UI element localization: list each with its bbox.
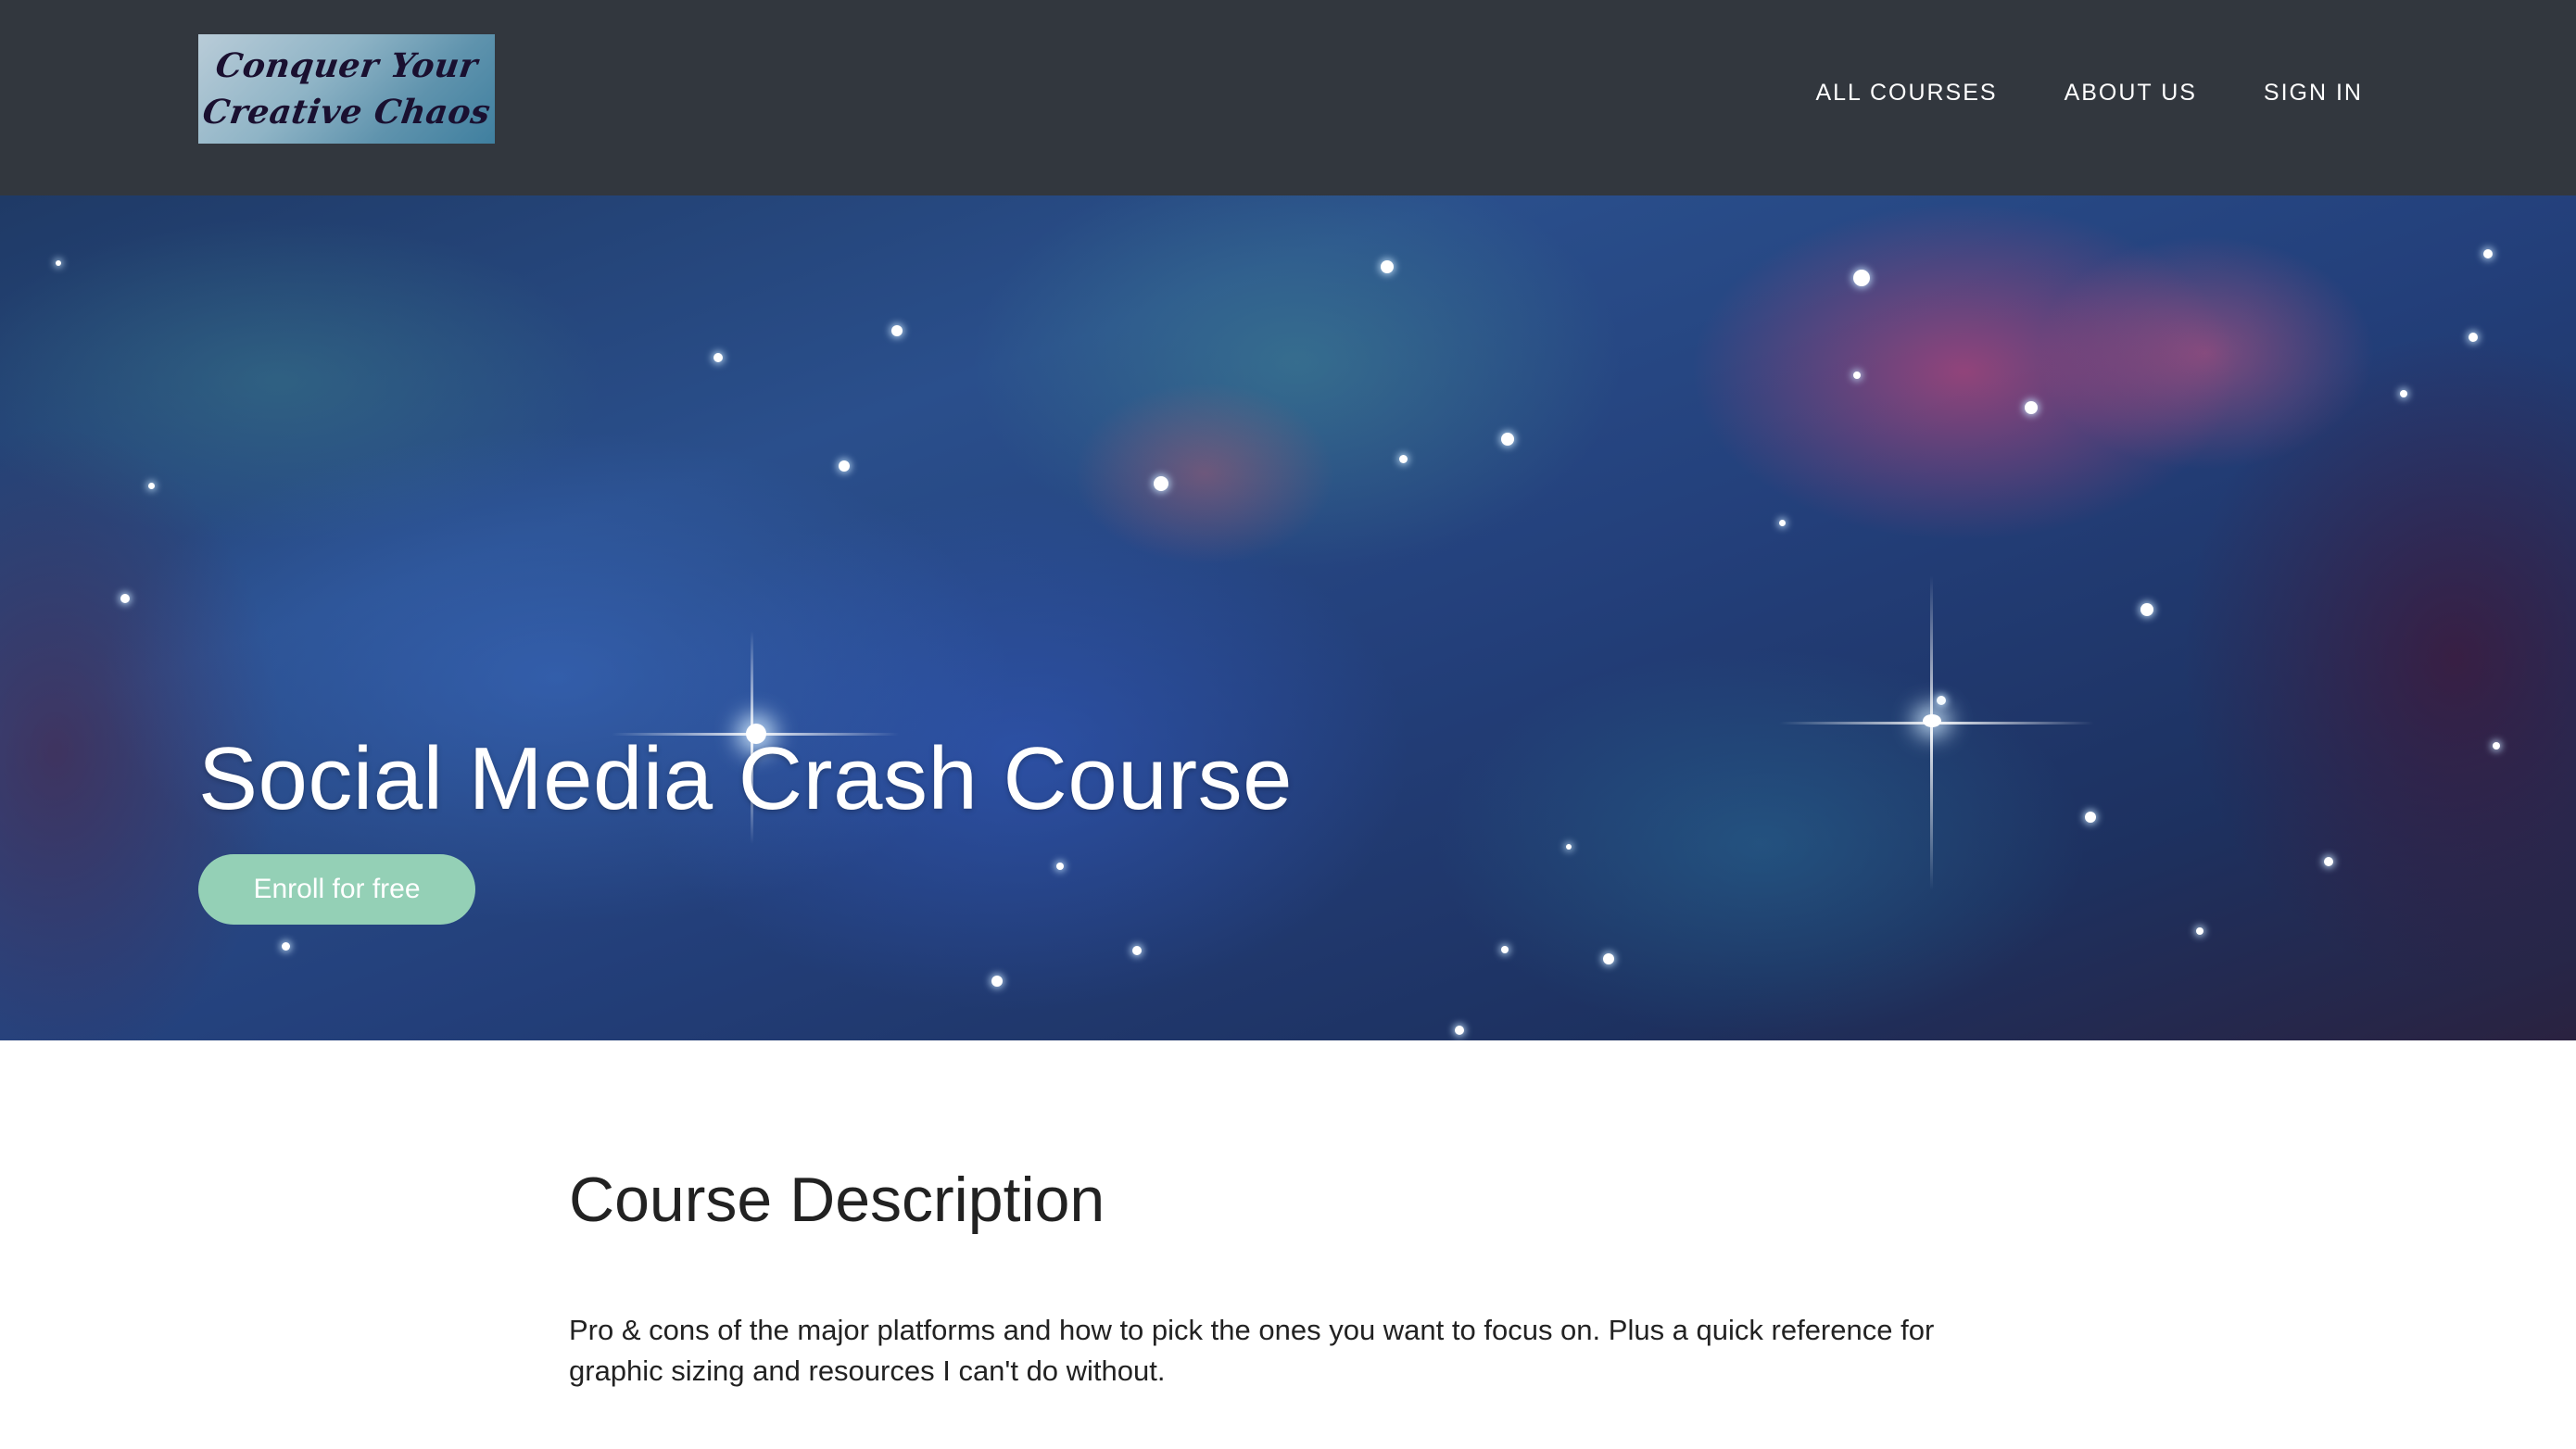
site-header: Conquer Your Creative Chaos ALL COURSES … <box>0 0 2576 195</box>
nav-all-courses[interactable]: ALL COURSES <box>1815 74 1997 111</box>
main-nav: ALL COURSES ABOUT US SIGN IN <box>1815 74 2363 111</box>
logo-line-1: Conquer Your <box>212 46 481 85</box>
hero-banner: Social Media Crash Course Enroll for fre… <box>0 195 2576 1040</box>
enroll-button[interactable]: Enroll for free <box>198 854 475 925</box>
course-description-section: Course Description Pro & cons of the maj… <box>569 1149 2014 1392</box>
course-description-heading: Course Description <box>569 1165 1105 1235</box>
nav-about-us[interactable]: ABOUT US <box>2065 74 2197 111</box>
course-description-text: Pro & cons of the major platforms and ho… <box>569 1314 1935 1387</box>
logo-line-2: Creative Chaos <box>200 93 493 132</box>
site-logo[interactable]: Conquer Your Creative Chaos <box>198 34 495 144</box>
nav-sign-in[interactable]: SIGN IN <box>2264 74 2363 111</box>
course-title: Social Media Crash Course <box>198 729 1293 828</box>
